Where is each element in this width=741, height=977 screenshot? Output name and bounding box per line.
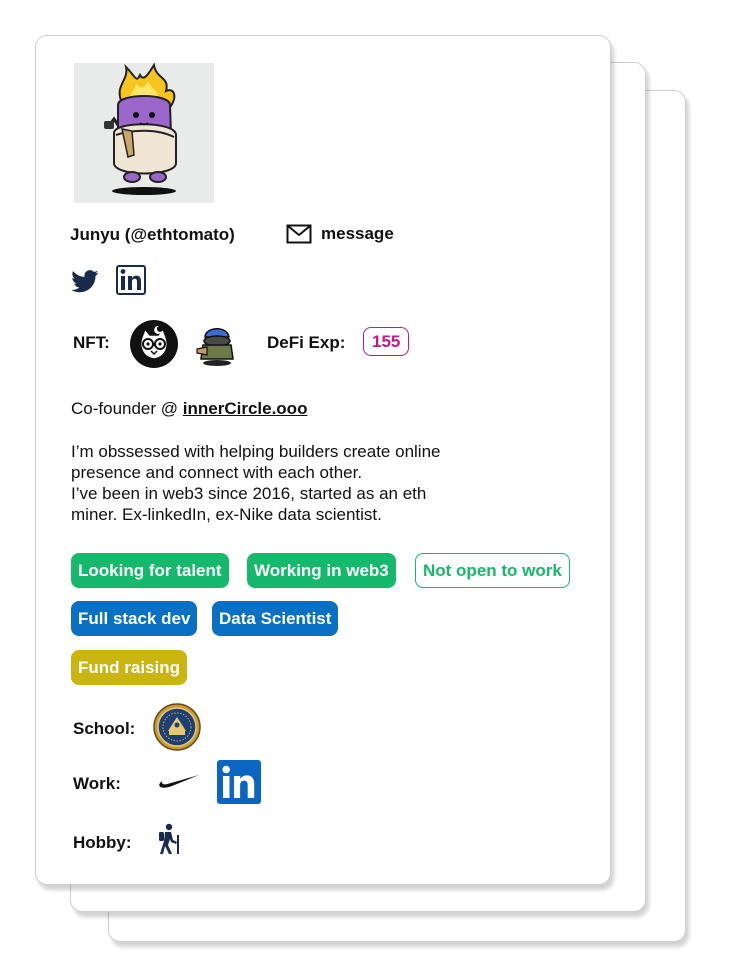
company-link[interactable]: innerCircle.ooo (183, 399, 308, 418)
nike-swoosh-icon (159, 775, 199, 788)
hobby-hiking[interactable] (155, 823, 183, 860)
nft-hooded-character[interactable] (193, 323, 239, 372)
hobby-label: Hobby: (73, 833, 132, 852)
tag-data-scientist[interactable]: Data Scientist (212, 601, 339, 636)
nft-label: NFT: (73, 333, 110, 352)
bio-line: miner. Ex-linkedIn, ex-Nike data scienti… (71, 505, 382, 524)
tag-full-stack-dev[interactable]: Full stack dev (71, 601, 198, 636)
tag-fund-raising[interactable]: Fund raising (71, 650, 187, 685)
defi-exp-badge: 155 (363, 327, 410, 356)
linkedin-icon (116, 265, 146, 295)
message-label: message (321, 224, 394, 243)
role-line: Co-founder @ innerCircle.ooo (71, 399, 307, 419)
bio-line: presence and connect with each other. (71, 463, 363, 482)
linkedin-link[interactable] (116, 265, 146, 300)
defi-exp-label: DeFi Exp: (267, 333, 346, 352)
hooded-character-nft-icon (196, 328, 234, 366)
tag-looking-for-talent[interactable]: Looking for talent (71, 553, 229, 588)
university-seal-icon (153, 703, 201, 751)
bio: I’m obssessed with helping builders crea… (71, 441, 531, 525)
envelope-icon (286, 224, 312, 244)
hiking-icon (159, 823, 179, 854)
twitter-icon (71, 270, 99, 293)
fire-character-avatar-icon (104, 63, 177, 195)
work-label: Work: (73, 774, 121, 793)
work-nike[interactable] (158, 773, 200, 794)
owl-nft-icon (130, 320, 178, 368)
twitter-link[interactable] (71, 270, 99, 298)
linkedin-icon (217, 760, 261, 804)
profile-card: Junyu (@ethtomato) message NFT: DeFi Exp… (35, 35, 611, 885)
user-name: Junyu (@ethtomato) (70, 225, 235, 244)
school-logo[interactable] (153, 703, 201, 756)
work-linkedin[interactable] (217, 760, 261, 809)
role-prefix: Co-founder @ (71, 399, 183, 418)
tag-not-open-to-work[interactable]: Not open to work (415, 553, 570, 588)
nft-owl[interactable] (129, 319, 179, 374)
avatar (74, 63, 214, 203)
school-label: School: (73, 719, 136, 738)
bio-line: I’ve been in web3 since 2016, started as… (71, 484, 427, 503)
tag-working-in-web3[interactable]: Working in web3 (247, 553, 396, 588)
bio-line: I’m obssessed with helping builders crea… (71, 442, 441, 461)
message-button[interactable]: message (286, 224, 394, 244)
